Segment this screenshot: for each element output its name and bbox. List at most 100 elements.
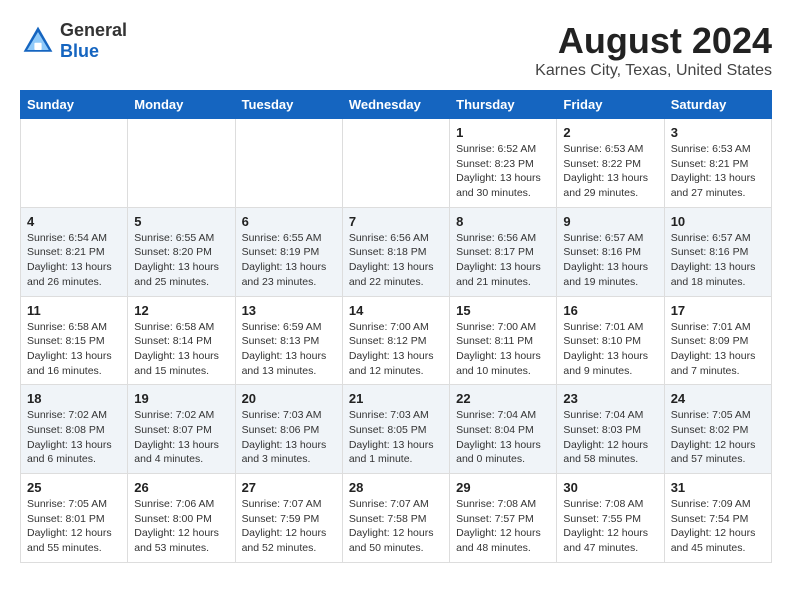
- weekday-header-saturday: Saturday: [664, 91, 771, 119]
- day-number: 14: [349, 303, 443, 318]
- calendar-cell: 17 Sunrise: 7:01 AMSunset: 8:09 PMDaylig…: [664, 296, 771, 385]
- day-number: 11: [27, 303, 121, 318]
- day-number: 2: [563, 125, 657, 140]
- day-number: 12: [134, 303, 228, 318]
- day-number: 4: [27, 214, 121, 229]
- calendar-cell: 7 Sunrise: 6:56 AMSunset: 8:18 PMDayligh…: [342, 207, 449, 296]
- weekday-header-tuesday: Tuesday: [235, 91, 342, 119]
- day-number: 20: [242, 391, 336, 406]
- calendar-cell: 21 Sunrise: 7:03 AMSunset: 8:05 PMDaylig…: [342, 385, 449, 474]
- calendar-week-row: 1 Sunrise: 6:52 AMSunset: 8:23 PMDayligh…: [21, 119, 772, 208]
- day-info: Sunrise: 6:54 AMSunset: 8:21 PMDaylight:…: [27, 232, 112, 288]
- logo: General Blue: [20, 20, 127, 62]
- day-info: Sunrise: 7:03 AMSunset: 8:05 PMDaylight:…: [349, 409, 434, 465]
- calendar-cell: 14 Sunrise: 7:00 AMSunset: 8:12 PMDaylig…: [342, 296, 449, 385]
- day-info: Sunrise: 6:57 AMSunset: 8:16 PMDaylight:…: [563, 232, 648, 288]
- day-number: 21: [349, 391, 443, 406]
- day-number: 22: [456, 391, 550, 406]
- calendar-table: SundayMondayTuesdayWednesdayThursdayFrid…: [20, 90, 772, 563]
- day-info: Sunrise: 7:01 AMSunset: 8:10 PMDaylight:…: [563, 321, 648, 377]
- weekday-header-friday: Friday: [557, 91, 664, 119]
- title-block: August 2024 Karnes City, Texas, United S…: [535, 20, 772, 80]
- day-info: Sunrise: 7:07 AMSunset: 7:59 PMDaylight:…: [242, 498, 327, 554]
- day-info: Sunrise: 7:00 AMSunset: 8:11 PMDaylight:…: [456, 321, 541, 377]
- day-number: 3: [671, 125, 765, 140]
- day-info: Sunrise: 6:53 AMSunset: 8:21 PMDaylight:…: [671, 143, 756, 199]
- day-info: Sunrise: 7:05 AMSunset: 8:02 PMDaylight:…: [671, 409, 756, 465]
- page-header: General Blue August 2024 Karnes City, Te…: [20, 20, 772, 80]
- calendar-cell: 24 Sunrise: 7:05 AMSunset: 8:02 PMDaylig…: [664, 385, 771, 474]
- day-info: Sunrise: 6:53 AMSunset: 8:22 PMDaylight:…: [563, 143, 648, 199]
- day-info: Sunrise: 7:08 AMSunset: 7:57 PMDaylight:…: [456, 498, 541, 554]
- day-info: Sunrise: 7:09 AMSunset: 7:54 PMDaylight:…: [671, 498, 756, 554]
- day-number: 27: [242, 480, 336, 495]
- calendar-cell: 22 Sunrise: 7:04 AMSunset: 8:04 PMDaylig…: [450, 385, 557, 474]
- day-number: 25: [27, 480, 121, 495]
- day-info: Sunrise: 6:58 AMSunset: 8:15 PMDaylight:…: [27, 321, 112, 377]
- calendar-cell: 26 Sunrise: 7:06 AMSunset: 8:00 PMDaylig…: [128, 474, 235, 563]
- day-number: 7: [349, 214, 443, 229]
- calendar-cell: 9 Sunrise: 6:57 AMSunset: 8:16 PMDayligh…: [557, 207, 664, 296]
- calendar-cell: 10 Sunrise: 6:57 AMSunset: 8:16 PMDaylig…: [664, 207, 771, 296]
- day-info: Sunrise: 6:56 AMSunset: 8:18 PMDaylight:…: [349, 232, 434, 288]
- weekday-header-sunday: Sunday: [21, 91, 128, 119]
- day-info: Sunrise: 7:02 AMSunset: 8:08 PMDaylight:…: [27, 409, 112, 465]
- calendar-cell: 19 Sunrise: 7:02 AMSunset: 8:07 PMDaylig…: [128, 385, 235, 474]
- weekday-header-thursday: Thursday: [450, 91, 557, 119]
- weekday-header-monday: Monday: [128, 91, 235, 119]
- calendar-cell: 29 Sunrise: 7:08 AMSunset: 7:57 PMDaylig…: [450, 474, 557, 563]
- day-info: Sunrise: 6:59 AMSunset: 8:13 PMDaylight:…: [242, 321, 327, 377]
- day-info: Sunrise: 7:04 AMSunset: 8:03 PMDaylight:…: [563, 409, 648, 465]
- day-info: Sunrise: 6:55 AMSunset: 8:20 PMDaylight:…: [134, 232, 219, 288]
- calendar-cell: [21, 119, 128, 208]
- calendar-cell: 18 Sunrise: 7:02 AMSunset: 8:08 PMDaylig…: [21, 385, 128, 474]
- day-number: 10: [671, 214, 765, 229]
- calendar-week-row: 11 Sunrise: 6:58 AMSunset: 8:15 PMDaylig…: [21, 296, 772, 385]
- day-number: 5: [134, 214, 228, 229]
- day-info: Sunrise: 6:52 AMSunset: 8:23 PMDaylight:…: [456, 143, 541, 199]
- day-number: 13: [242, 303, 336, 318]
- month-title: August 2024: [535, 20, 772, 62]
- calendar-cell: 11 Sunrise: 6:58 AMSunset: 8:15 PMDaylig…: [21, 296, 128, 385]
- day-number: 6: [242, 214, 336, 229]
- day-info: Sunrise: 6:55 AMSunset: 8:19 PMDaylight:…: [242, 232, 327, 288]
- calendar-cell: 8 Sunrise: 6:56 AMSunset: 8:17 PMDayligh…: [450, 207, 557, 296]
- weekday-header-wednesday: Wednesday: [342, 91, 449, 119]
- day-info: Sunrise: 7:01 AMSunset: 8:09 PMDaylight:…: [671, 321, 756, 377]
- day-number: 1: [456, 125, 550, 140]
- logo-text: General Blue: [60, 20, 127, 62]
- calendar-cell: 30 Sunrise: 7:08 AMSunset: 7:55 PMDaylig…: [557, 474, 664, 563]
- calendar-cell: 5 Sunrise: 6:55 AMSunset: 8:20 PMDayligh…: [128, 207, 235, 296]
- day-info: Sunrise: 7:04 AMSunset: 8:04 PMDaylight:…: [456, 409, 541, 465]
- day-number: 30: [563, 480, 657, 495]
- day-info: Sunrise: 7:03 AMSunset: 8:06 PMDaylight:…: [242, 409, 327, 465]
- day-info: Sunrise: 6:58 AMSunset: 8:14 PMDaylight:…: [134, 321, 219, 377]
- calendar-week-row: 4 Sunrise: 6:54 AMSunset: 8:21 PMDayligh…: [21, 207, 772, 296]
- day-info: Sunrise: 6:57 AMSunset: 8:16 PMDaylight:…: [671, 232, 756, 288]
- day-number: 24: [671, 391, 765, 406]
- calendar-cell: 13 Sunrise: 6:59 AMSunset: 8:13 PMDaylig…: [235, 296, 342, 385]
- logo-general: General: [60, 20, 127, 41]
- day-info: Sunrise: 7:08 AMSunset: 7:55 PMDaylight:…: [563, 498, 648, 554]
- calendar-cell: 23 Sunrise: 7:04 AMSunset: 8:03 PMDaylig…: [557, 385, 664, 474]
- calendar-cell: [235, 119, 342, 208]
- calendar-cell: 27 Sunrise: 7:07 AMSunset: 7:59 PMDaylig…: [235, 474, 342, 563]
- day-number: 23: [563, 391, 657, 406]
- day-number: 15: [456, 303, 550, 318]
- calendar-cell: 25 Sunrise: 7:05 AMSunset: 8:01 PMDaylig…: [21, 474, 128, 563]
- day-number: 16: [563, 303, 657, 318]
- calendar-cell: 4 Sunrise: 6:54 AMSunset: 8:21 PMDayligh…: [21, 207, 128, 296]
- calendar-week-row: 25 Sunrise: 7:05 AMSunset: 8:01 PMDaylig…: [21, 474, 772, 563]
- day-number: 17: [671, 303, 765, 318]
- logo-blue: Blue: [60, 41, 127, 62]
- day-number: 8: [456, 214, 550, 229]
- day-info: Sunrise: 6:56 AMSunset: 8:17 PMDaylight:…: [456, 232, 541, 288]
- day-info: Sunrise: 7:05 AMSunset: 8:01 PMDaylight:…: [27, 498, 112, 554]
- day-number: 29: [456, 480, 550, 495]
- day-number: 26: [134, 480, 228, 495]
- calendar-cell: 12 Sunrise: 6:58 AMSunset: 8:14 PMDaylig…: [128, 296, 235, 385]
- calendar-cell: 31 Sunrise: 7:09 AMSunset: 7:54 PMDaylig…: [664, 474, 771, 563]
- calendar-cell: 20 Sunrise: 7:03 AMSunset: 8:06 PMDaylig…: [235, 385, 342, 474]
- day-number: 31: [671, 480, 765, 495]
- calendar-cell: 2 Sunrise: 6:53 AMSunset: 8:22 PMDayligh…: [557, 119, 664, 208]
